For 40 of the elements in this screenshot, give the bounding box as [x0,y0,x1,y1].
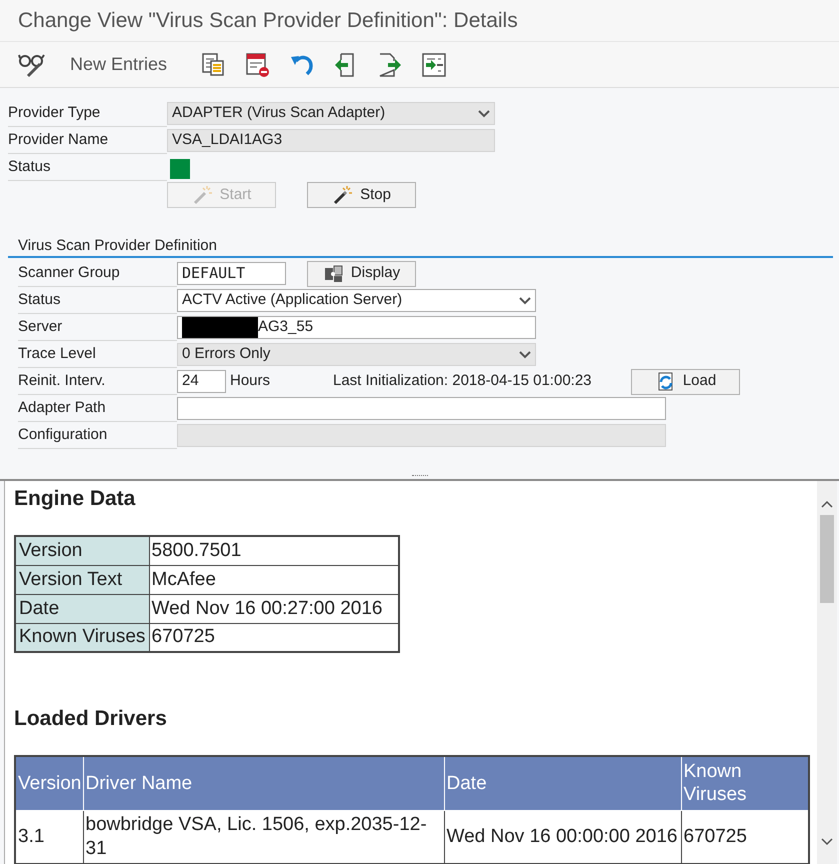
input-field[interactable]: AG3_55 [177,316,536,339]
row-delete-icon[interactable] [245,52,272,78]
start-stop-button[interactable]: Stop [307,182,416,208]
field-label: Status [8,154,167,180]
input-field[interactable]: 24 [177,370,226,393]
wand-icon [192,184,214,206]
chevron-down-icon [519,350,531,358]
table-header-cell: Version Text [15,565,149,594]
display-button[interactable]: Display [307,260,416,286]
wand-icon [332,184,354,206]
load-button[interactable]: Load [631,368,740,394]
section-heading: Loaded Drivers [14,706,168,732]
group-title: Virus Scan Provider Definition [18,236,217,256]
splitter-handle[interactable] [412,475,428,477]
table-cell: Wed Nov 16 00:00:00 2016 [444,810,681,864]
scroll-up-icon [821,500,833,508]
chevron-down-icon [519,296,531,304]
input-field[interactable] [177,397,666,420]
table-header-cell: Known Viruses [15,623,149,652]
column-header: Version [15,756,83,810]
table-header-cell: Version [15,536,149,565]
new-entries-button[interactable]: New Entries [64,51,174,78]
chevron-down-icon [478,110,490,118]
puzzle-icon [322,262,345,284]
table-cell: bowbridge VSA, Lic. 1506, exp.2035-12-31 [83,810,444,864]
dropdown-field[interactable]: ACTV Active (Application Server) [177,289,536,312]
table-header-cell: Date [15,594,149,623]
scroll-down-icon [821,838,833,846]
column-header: Date [444,756,681,810]
window-title: Change View "Virus Scan Provider Definition": Details [18,8,518,34]
scrollbar-thumb[interactable] [820,515,834,603]
column-header: Known Viruses [681,756,809,810]
list-arrow-icon[interactable] [421,52,448,78]
document-arrow-right-icon[interactable] [377,52,404,78]
glasses-pencil-icon[interactable] [18,52,46,78]
unit-label: Hours [230,371,272,392]
input-field[interactable]: DEFAULT [177,262,286,285]
section-heading: Engine Data [14,486,136,512]
column-header: Driver Name [83,756,444,810]
last-initialization-text: Last Initialization: 2018-04-15 01:00:23 [333,371,593,392]
